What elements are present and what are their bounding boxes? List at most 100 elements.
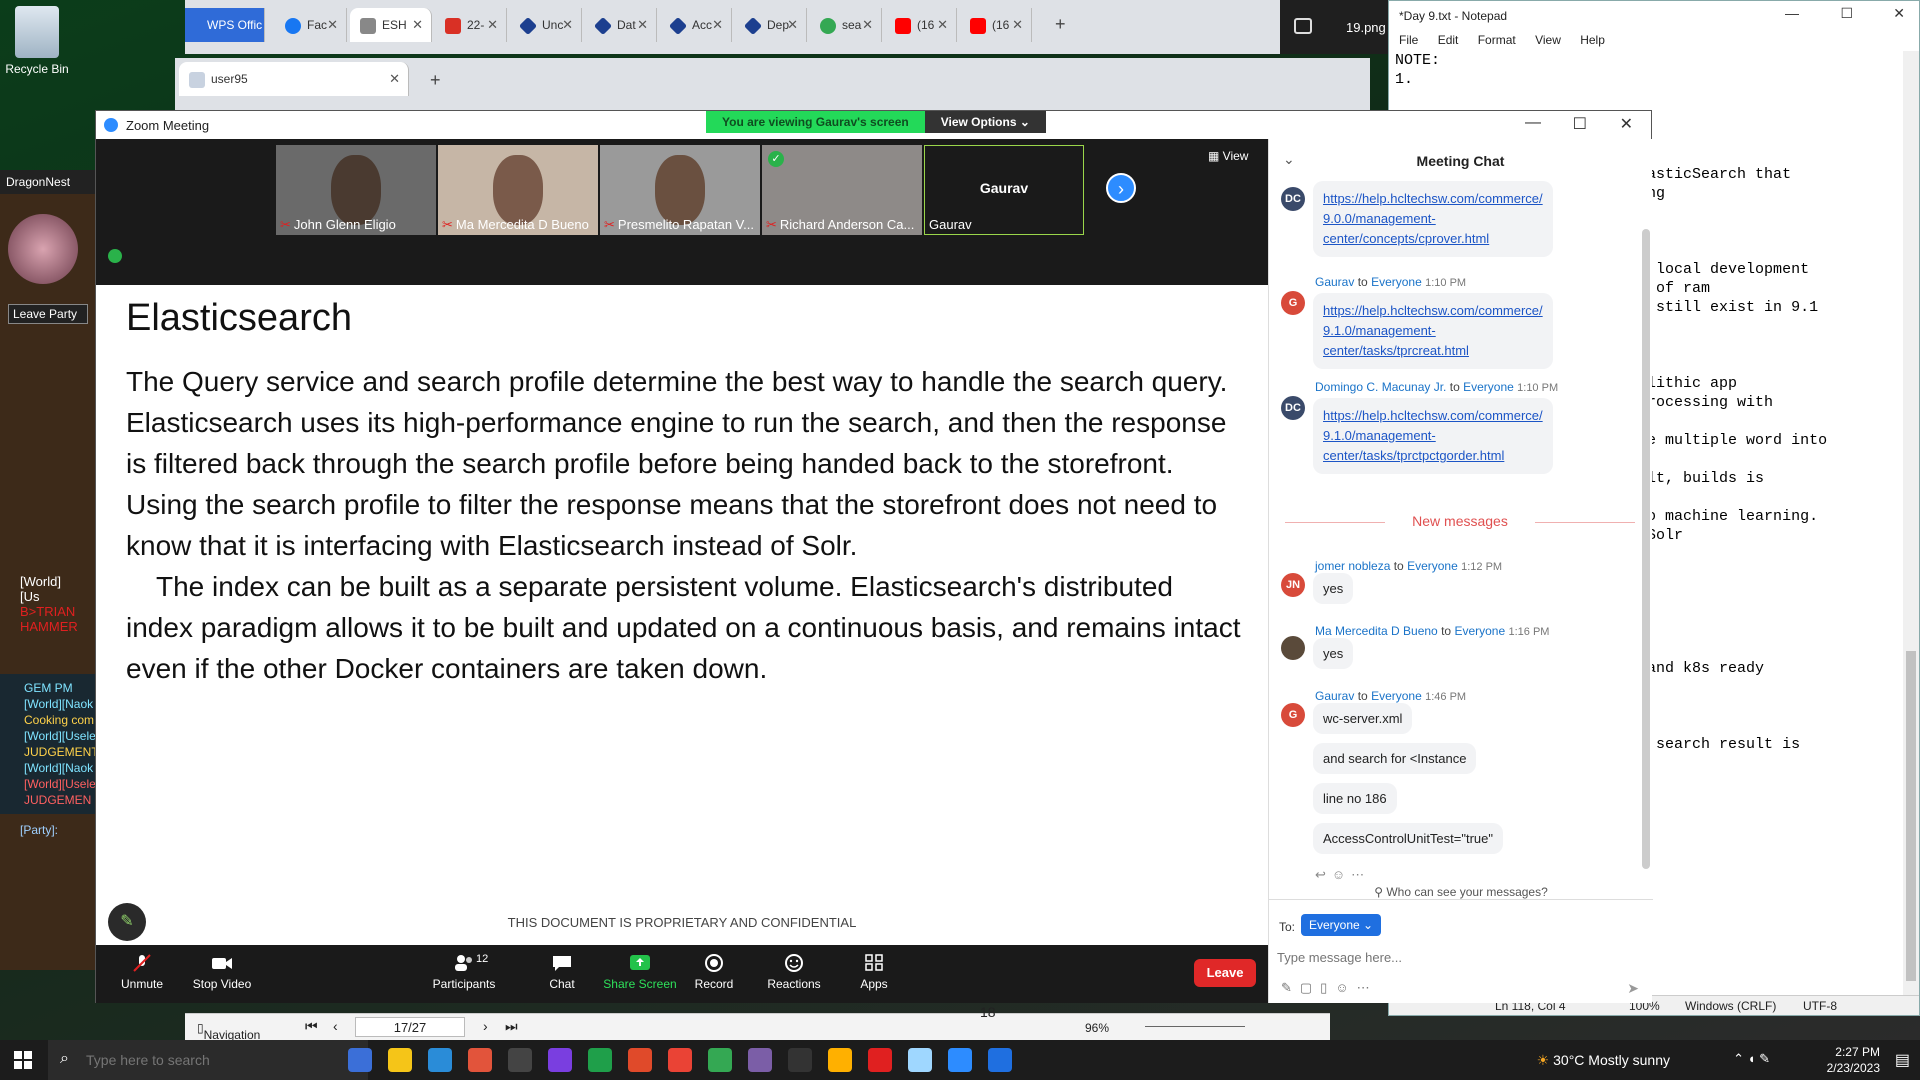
tab-dep[interactable]: Dep ✕ bbox=[735, 8, 807, 42]
close-tab-icon[interactable]: ✕ bbox=[412, 17, 423, 33]
annotate-pen-icon[interactable]: ✎ bbox=[108, 903, 146, 941]
tab-gmail[interactable]: 22- ✕ bbox=[435, 8, 507, 42]
message-link[interactable]: https://help.hcltechsw.com/commerce/9.0.… bbox=[1323, 191, 1543, 246]
tab-facebook[interactable]: Fac ✕ bbox=[275, 8, 347, 42]
message-actions[interactable]: ↩☺⋯ bbox=[1315, 867, 1370, 883]
page-number-field[interactable]: 17/27 bbox=[355, 1017, 465, 1037]
tab-esh[interactable]: ESH ✕ bbox=[350, 8, 432, 42]
notepad-scrollbar[interactable] bbox=[1903, 51, 1919, 995]
tab-user95[interactable]: user95 ✕ bbox=[179, 62, 409, 96]
participant-video[interactable]: ✂ John Glenn Eligio bbox=[276, 145, 436, 235]
send-icon[interactable]: ➤ bbox=[1627, 980, 1639, 997]
taskbar-app-icon[interactable] bbox=[388, 1048, 412, 1072]
close-icon[interactable]: ✕ bbox=[1620, 114, 1633, 134]
menu-format[interactable]: Format bbox=[1478, 33, 1516, 47]
message-link[interactable]: https://help.hcltechsw.com/commerce/9.1.… bbox=[1323, 408, 1543, 463]
chevron-down-icon[interactable]: ⌄ bbox=[1283, 151, 1295, 168]
participant-video[interactable]: ✂ Presmelito Rapatan V... bbox=[600, 145, 760, 235]
who-can-see-link[interactable]: ⚲ Who can see your messages? bbox=[1269, 885, 1653, 899]
recycle-bin-shortcut[interactable]: Recycle Bin bbox=[0, 6, 74, 76]
message-link[interactable]: https://help.hcltechsw.com/commerce/9.1.… bbox=[1323, 303, 1543, 358]
zoom-slider[interactable] bbox=[1145, 1026, 1245, 1027]
close-tab-icon[interactable]: ✕ bbox=[562, 17, 573, 33]
tab-dat[interactable]: Dat ✕ bbox=[585, 8, 657, 42]
maximize-icon[interactable]: ☐ bbox=[1840, 5, 1853, 22]
party-chat-tab[interactable]: [Party]: bbox=[0, 822, 96, 838]
reactions-button[interactable]: Reactions bbox=[754, 953, 834, 991]
first-page-icon[interactable]: ⏮ bbox=[305, 1018, 318, 1035]
clock[interactable]: 2:27 PM 2/23/2023 bbox=[1827, 1044, 1880, 1076]
close-tab-icon[interactable]: ✕ bbox=[712, 17, 723, 33]
taskbar-app-icon[interactable] bbox=[868, 1048, 892, 1072]
close-tab-icon[interactable]: ✕ bbox=[862, 17, 873, 33]
compose-tools[interactable]: ✎▢▯☺⋯ bbox=[1281, 980, 1378, 996]
taskbar-app-icon[interactable] bbox=[908, 1048, 932, 1072]
tab-wps[interactable]: WPS Offic bbox=[185, 8, 265, 42]
scroll-thumb[interactable] bbox=[1906, 651, 1916, 981]
leave-party-button[interactable]: Leave Party bbox=[8, 304, 88, 324]
next-page-icon[interactable]: › bbox=[483, 1018, 488, 1034]
taskbar-app-icon[interactable] bbox=[548, 1048, 572, 1072]
notification-icon[interactable]: ▤ bbox=[1895, 1050, 1910, 1070]
taskbar-app-icon[interactable] bbox=[588, 1048, 612, 1072]
close-tab-icon[interactable]: ✕ bbox=[487, 17, 498, 33]
chat-button[interactable]: Chat bbox=[522, 953, 602, 991]
photos-window[interactable]: 19.png bbox=[1280, 0, 1390, 54]
close-tab-icon[interactable]: ✕ bbox=[389, 71, 400, 87]
chat-message-input[interactable] bbox=[1277, 944, 1637, 970]
new-tab-button[interactable]: + bbox=[430, 70, 441, 91]
menu-edit[interactable]: Edit bbox=[1438, 33, 1459, 47]
taskbar-app-icon[interactable] bbox=[628, 1048, 652, 1072]
taskbar-app-icon[interactable] bbox=[948, 1048, 972, 1072]
close-tab-icon[interactable]: ✕ bbox=[637, 17, 648, 33]
taskbar-search[interactable]: ⌕ bbox=[48, 1040, 368, 1080]
taskbar-search-input[interactable] bbox=[86, 1049, 326, 1071]
close-tab-icon[interactable]: ✕ bbox=[787, 17, 798, 33]
participant-video-active-speaker[interactable]: Gaurav Gaurav bbox=[924, 145, 1084, 235]
navigation-button[interactable]: ▯ Navigation bbox=[197, 1021, 260, 1042]
prev-page-icon[interactable]: ‹ bbox=[333, 1018, 338, 1034]
recipient-dropdown[interactable]: Everyone ⌄ bbox=[1301, 914, 1382, 936]
leave-button[interactable]: Leave bbox=[1194, 959, 1256, 987]
taskbar-app-icon[interactable] bbox=[668, 1048, 692, 1072]
view-button[interactable]: ▦ View bbox=[1208, 149, 1248, 163]
stop-video-button[interactable]: Stop Video bbox=[182, 953, 262, 991]
taskbar-app-icon[interactable] bbox=[508, 1048, 532, 1072]
close-icon[interactable]: ✕ bbox=[1893, 5, 1905, 22]
menu-view[interactable]: View bbox=[1535, 33, 1561, 47]
unmute-button[interactable]: Unmute bbox=[102, 953, 182, 991]
taskbar-app-icon[interactable] bbox=[468, 1048, 492, 1072]
taskbar-app-icon[interactable] bbox=[428, 1048, 452, 1072]
game-window[interactable]: DragonNest Leave Party [World][Us B>TRIA… bbox=[0, 170, 96, 970]
close-tab-icon[interactable]: ✕ bbox=[1012, 17, 1023, 33]
menu-help[interactable]: Help bbox=[1580, 33, 1605, 47]
menu-file[interactable]: File bbox=[1399, 33, 1418, 47]
taskbar-app-icon[interactable] bbox=[828, 1048, 852, 1072]
zoom-level[interactable]: 96% bbox=[1085, 1021, 1109, 1035]
record-button[interactable]: Record bbox=[674, 953, 754, 991]
tab-acc[interactable]: Acc ✕ bbox=[660, 8, 732, 42]
minimize-icon[interactable]: — bbox=[1785, 5, 1799, 21]
participant-video[interactable]: ✂ Ma Mercedita D Bueno bbox=[438, 145, 598, 235]
taskbar-app-icon[interactable] bbox=[348, 1048, 372, 1072]
participants-button[interactable]: Participants 12 bbox=[424, 953, 504, 991]
tab-google-search[interactable]: sea ✕ bbox=[810, 8, 882, 42]
next-page-arrow-icon[interactable]: › bbox=[1106, 173, 1136, 203]
share-screen-button[interactable]: Share Screen bbox=[600, 953, 680, 991]
apps-button[interactable]: Apps bbox=[834, 953, 914, 991]
windows-start-icon[interactable] bbox=[14, 1051, 32, 1069]
taskbar-app-icon[interactable] bbox=[988, 1048, 1012, 1072]
taskbar-app-icon[interactable] bbox=[748, 1048, 772, 1072]
taskbar-app-icon[interactable] bbox=[708, 1048, 732, 1072]
tray-icons[interactable]: ⌃ ◖ ✎ bbox=[1733, 1051, 1770, 1067]
view-options-button[interactable]: View Options ⌄ bbox=[924, 111, 1046, 133]
tab-unc[interactable]: Unc ✕ bbox=[510, 8, 582, 42]
chat-scrollbar[interactable] bbox=[1642, 229, 1650, 869]
last-page-icon[interactable]: ⏭ bbox=[505, 1018, 518, 1035]
tab-youtube-2[interactable]: (16 ✕ bbox=[960, 8, 1032, 42]
participant-video[interactable]: ✓ ✂ Richard Anderson Ca... bbox=[762, 145, 922, 235]
weather-widget[interactable]: ☀ 30°C Mostly sunny bbox=[1537, 1052, 1670, 1069]
minimize-icon[interactable]: — bbox=[1525, 114, 1541, 132]
new-tab-button[interactable]: + bbox=[1055, 14, 1066, 35]
taskbar-app-icon[interactable] bbox=[788, 1048, 812, 1072]
